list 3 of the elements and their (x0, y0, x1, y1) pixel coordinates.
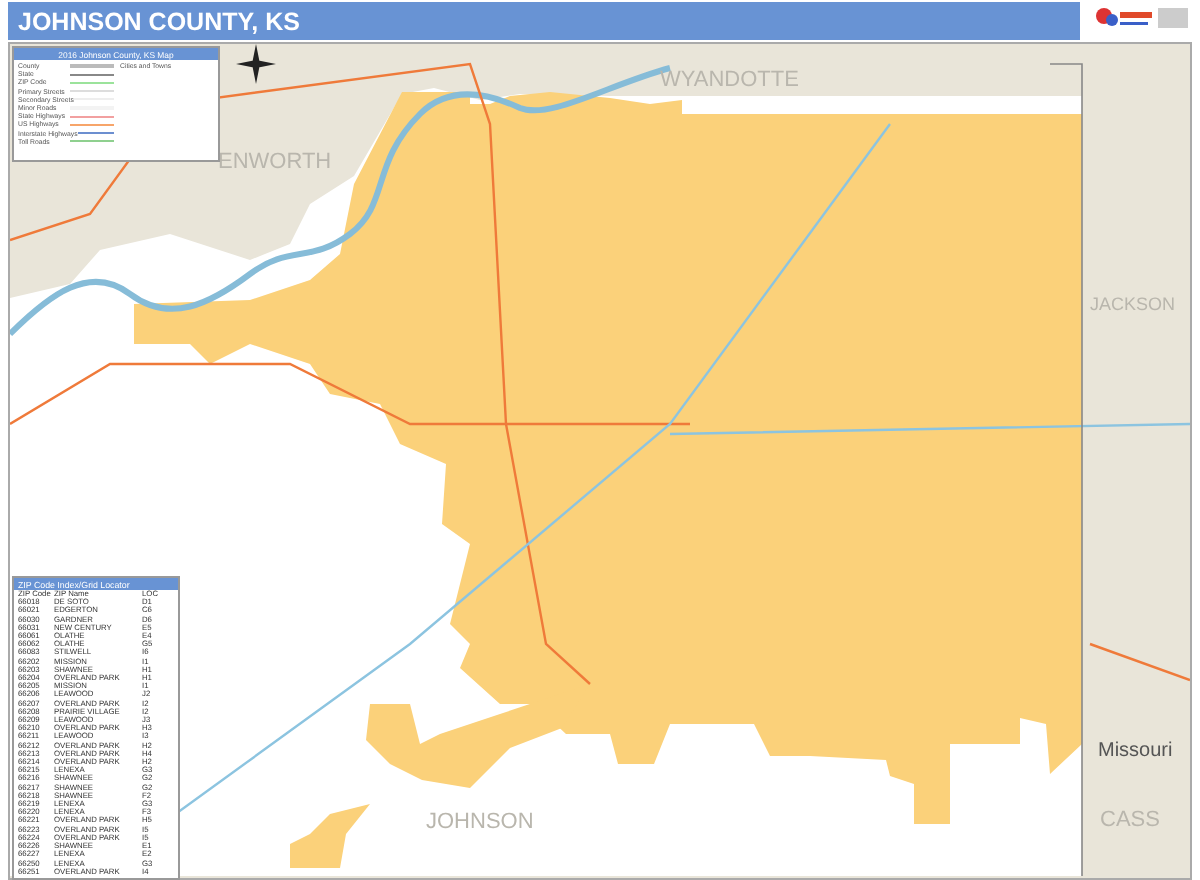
state-label: Missouri (1098, 740, 1173, 762)
map-title: JOHNSON COUNTY, KS (8, 2, 1080, 40)
county-label: JOHNSON (426, 810, 534, 834)
